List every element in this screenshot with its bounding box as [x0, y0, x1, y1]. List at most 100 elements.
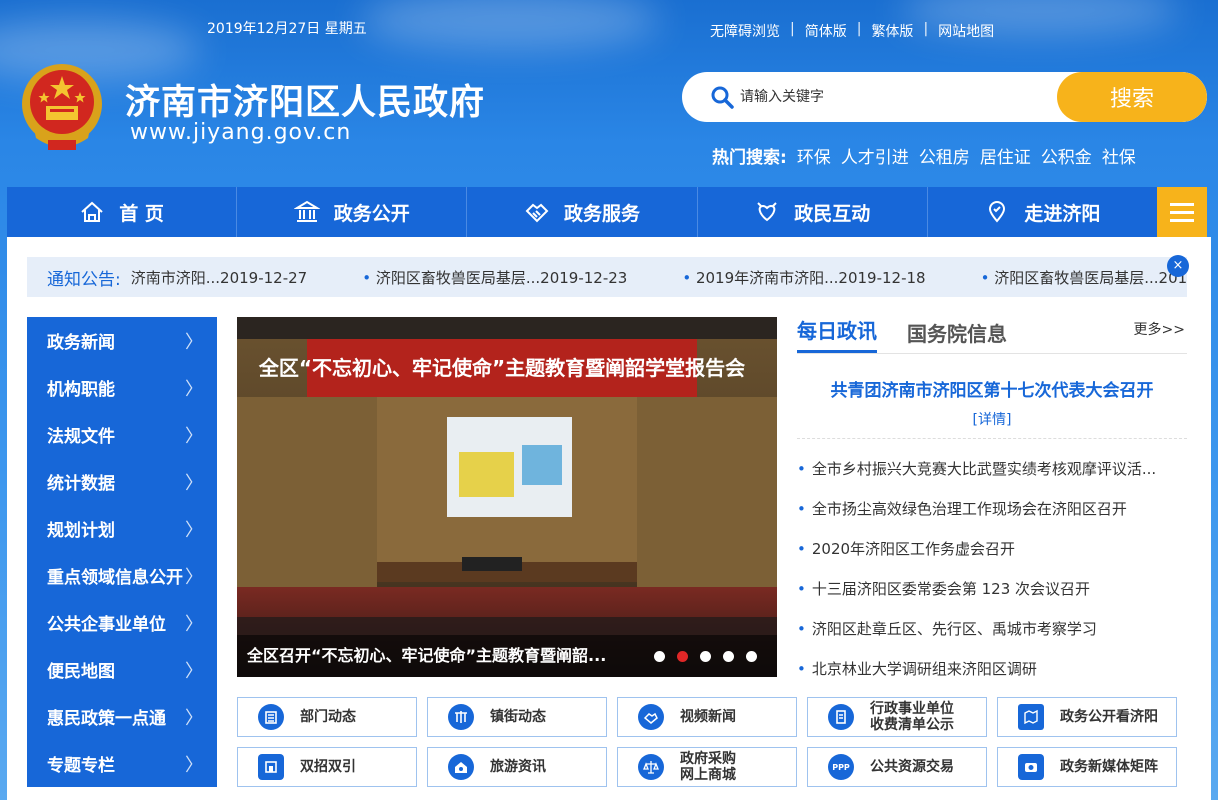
quick-link-label: 双招双引	[300, 759, 356, 775]
search-input[interactable]	[740, 72, 1050, 122]
chevron-right-icon: 〉	[185, 707, 203, 729]
hot-term[interactable]: 公租房	[919, 143, 970, 168]
nav-label: 政民互动	[794, 202, 871, 225]
hot-term[interactable]: 社保	[1102, 143, 1136, 168]
notice-text: 2019年济南市济阳...2019-12-18	[695, 268, 926, 287]
divider	[797, 438, 1187, 439]
nav-interaction[interactable]: 政民互动	[698, 187, 928, 237]
nav-gov-service[interactable]: 政务服务	[467, 187, 698, 237]
fee-list-icon	[828, 704, 854, 730]
sidebar-item-regulations[interactable]: 法规文件 〉	[27, 411, 217, 458]
sidebar-item-public-units[interactable]: 公共企事业单位〉	[27, 599, 217, 646]
bullet-icon: •	[797, 580, 806, 598]
news-panel: 每日政讯 国务院信息 更多>> 共青团济南市济阳区第十七次代表大会召开 [详情]…	[797, 315, 1187, 678]
chevron-right-icon: 〉	[185, 613, 203, 635]
sidebar-item-label: 专题专栏	[47, 756, 115, 776]
sidebar-item-key-areas[interactable]: 重点领域信息公开〉	[27, 552, 217, 599]
notice-text: 济阳区畜牧兽医局基层...2019-12-23	[375, 268, 628, 287]
news-carousel[interactable]: 全区“不忘初心、牢记使命”主题教育暨阐韶学堂报告会 全区召开“不忘初心、牢记使命…	[237, 317, 777, 677]
notice-item[interactable]: • 2019年济南市济阳...2019-12-18	[682, 267, 925, 288]
accessibility-link[interactable]: 无障碍浏览	[710, 21, 780, 41]
bullet-icon: •	[797, 460, 806, 478]
traditional-link[interactable]: 繁体版	[871, 21, 913, 41]
sidebar-item-special[interactable]: 专题专栏 〉	[27, 740, 217, 787]
list-item[interactable]: • 济阳区赴章丘区、先行区、禹城市考察学习	[797, 609, 1187, 649]
chevron-right-icon: 〉	[185, 754, 203, 776]
chevron-right-icon: 〉	[185, 331, 203, 353]
cloud-decoration	[360, 0, 660, 50]
nav-label: 政务公开	[333, 202, 410, 225]
detail-link[interactable]: [详情]	[797, 409, 1187, 429]
quick-link-new-media[interactable]: 政务新媒体矩阵	[997, 747, 1177, 787]
carousel-dot[interactable]	[654, 651, 665, 662]
video-icon	[638, 704, 664, 730]
tab-daily-news[interactable]: 每日政讯	[797, 315, 877, 353]
hot-term[interactable]: 环保	[797, 143, 831, 168]
notice-item[interactable]: • 济阳区畜牧兽医局基层...2019-12-23	[362, 267, 627, 288]
nav-about-jiyang[interactable]: 走进济阳	[928, 187, 1157, 237]
list-item[interactable]: • 全市扬尘高效绿色治理工作现场会在济阳区召开	[797, 489, 1187, 529]
notice-text: 济阳区畜牧兽医局基层...2019-12	[994, 268, 1187, 287]
quick-link-gov-open[interactable]: 政务公开看济阳	[997, 697, 1177, 737]
quick-link-procurement[interactable]: 政府采购 网上商城	[617, 747, 797, 787]
home-icon	[81, 201, 103, 222]
nav-home[interactable]: 首 页	[7, 187, 238, 237]
quick-link-label: 政务公开看济阳	[1060, 709, 1158, 725]
sidebar-item-map[interactable]: 便民地图 〉	[27, 646, 217, 693]
map-icon	[1018, 704, 1044, 730]
list-item[interactable]: • 2020年济阳区工作务虚会召开	[797, 529, 1187, 569]
menu-button[interactable]	[1157, 187, 1207, 237]
carousel-dot[interactable]	[746, 651, 757, 662]
sidebar-item-planning[interactable]: 规划计划 〉	[27, 505, 217, 552]
nav-gov-affairs[interactable]: 政务公开	[237, 187, 468, 237]
search-button[interactable]: 搜索	[1057, 72, 1207, 122]
chevron-right-icon: 〉	[185, 425, 203, 447]
sidebar-item-policy[interactable]: 惠民政策一点通〉	[27, 693, 217, 740]
sidebar-item-label: 便民地图	[47, 662, 115, 682]
quick-link-label: 旅游资讯	[490, 759, 546, 775]
sidebar-item-statistics[interactable]: 统计数据 〉	[27, 458, 217, 505]
quick-link-public-resources[interactable]: PPP 公共资源交易	[807, 747, 987, 787]
headline-link[interactable]: 共青团济南市济阳区第十七次代表大会召开	[797, 376, 1187, 401]
town-icon	[448, 704, 474, 730]
bullet-icon: •	[797, 540, 806, 558]
close-icon[interactable]: ×	[1167, 255, 1189, 277]
sitemap-link[interactable]: 网站地图	[938, 21, 994, 41]
sidebar-item-news[interactable]: 政务新闻 〉	[27, 317, 217, 364]
hot-term[interactable]: 公积金	[1041, 143, 1092, 168]
tab-state-council[interactable]: 国务院信息	[907, 318, 1007, 353]
sidebar-item-functions[interactable]: 机构职能 〉	[27, 364, 217, 411]
simplified-link[interactable]: 简体版	[805, 21, 847, 41]
quick-link-tourism[interactable]: 旅游资讯	[427, 747, 607, 787]
quick-link-fee-list[interactable]: 行政事业单位 收费清单公示	[807, 697, 987, 737]
quick-link-investment[interactable]: 双招双引	[237, 747, 417, 787]
building-icon	[258, 754, 284, 780]
menu-icon	[1170, 218, 1194, 222]
notice-item[interactable]: • 济阳区畜牧兽医局基层...2019-12	[981, 267, 1187, 288]
notice-item[interactable]: 济南市济阳...2019-12-27	[131, 267, 307, 288]
quick-link-department[interactable]: 部门动态	[237, 697, 417, 737]
quick-link-label: 镇街动态	[490, 709, 546, 725]
list-item[interactable]: • 全市乡村振兴大竞赛大比武暨实绩考核观摩评议活...	[797, 449, 1187, 489]
bullet-icon: •	[682, 268, 696, 287]
hot-term[interactable]: 人才引进	[841, 143, 909, 168]
carousel-photo: 全区“不忘初心、牢记使命”主题教育暨阐韶学堂报告会	[237, 317, 777, 677]
sidebar-item-label: 机构职能	[47, 380, 115, 400]
more-link[interactable]: 更多>>	[1134, 319, 1185, 339]
camera-icon	[1018, 754, 1044, 780]
quick-link-town[interactable]: 镇街动态	[427, 697, 607, 737]
chevron-right-icon: 〉	[185, 566, 203, 588]
quick-link-video[interactable]: 视频新闻	[617, 697, 797, 737]
handshake-icon	[525, 203, 549, 223]
carousel-dot-active[interactable]	[677, 651, 688, 662]
list-item[interactable]: • 北京林业大学调研组来济阳区调研	[797, 649, 1187, 689]
carousel-dot[interactable]	[723, 651, 734, 662]
chevron-right-icon: 〉	[185, 660, 203, 682]
bullet-icon: •	[797, 620, 806, 638]
hot-term[interactable]: 居住证	[980, 143, 1031, 168]
chevron-right-icon: 〉	[185, 519, 203, 541]
carousel-dot[interactable]	[700, 651, 711, 662]
search-box: 搜索	[682, 72, 1207, 122]
site-title: 济南市济阳区人民政府	[125, 83, 486, 123]
list-item[interactable]: • 十三届济阳区委常委会第 123 次会议召开	[797, 569, 1187, 609]
